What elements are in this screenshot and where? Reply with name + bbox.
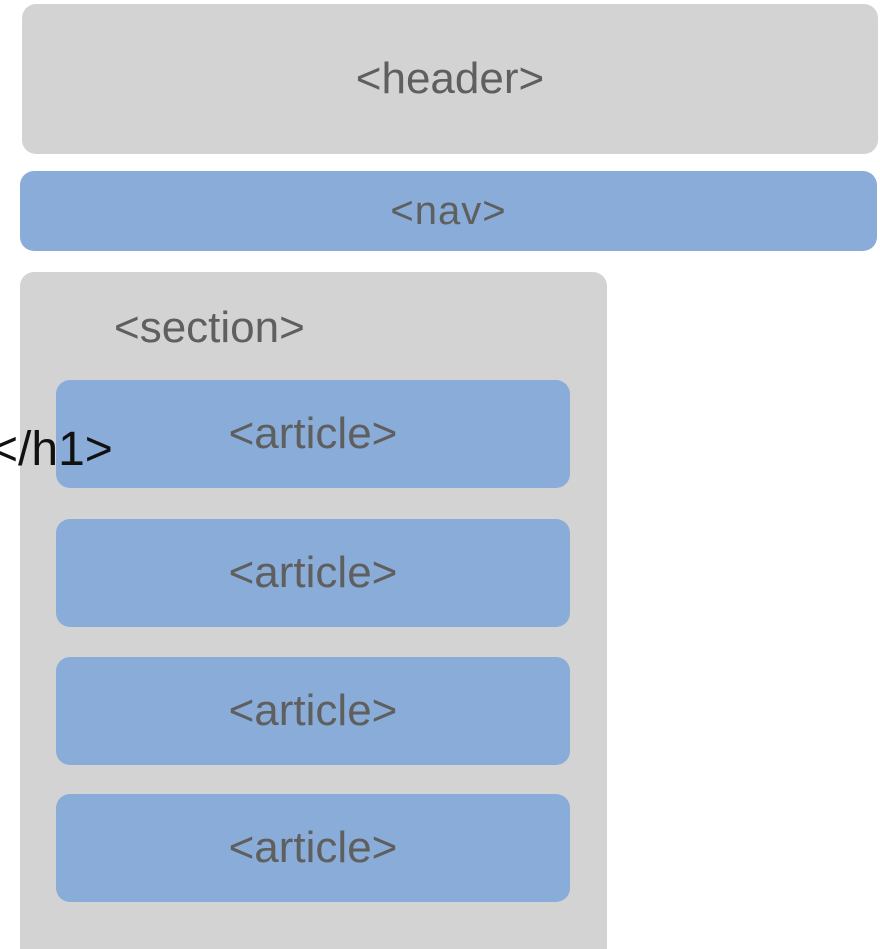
article-label: <article>	[228, 686, 398, 735]
article-block: <article>	[56, 380, 570, 488]
nav-block: <nav>	[20, 171, 877, 251]
section-label: <section>	[114, 303, 305, 352]
article-label: <article>	[228, 548, 398, 597]
header-label: <header>	[355, 54, 545, 103]
article-label: <article>	[228, 823, 398, 872]
nav-label: <nav>	[390, 188, 507, 233]
h1-closing-tag-fragment: </h1>	[0, 423, 113, 476]
article-block: <article>	[56, 657, 570, 765]
header-block: <header>	[22, 4, 878, 154]
article-block: <article>	[56, 794, 570, 902]
article-block: <article>	[56, 519, 570, 627]
article-label: <article>	[228, 409, 398, 458]
section-block: <section> <article> <article> <article> …	[20, 272, 607, 949]
